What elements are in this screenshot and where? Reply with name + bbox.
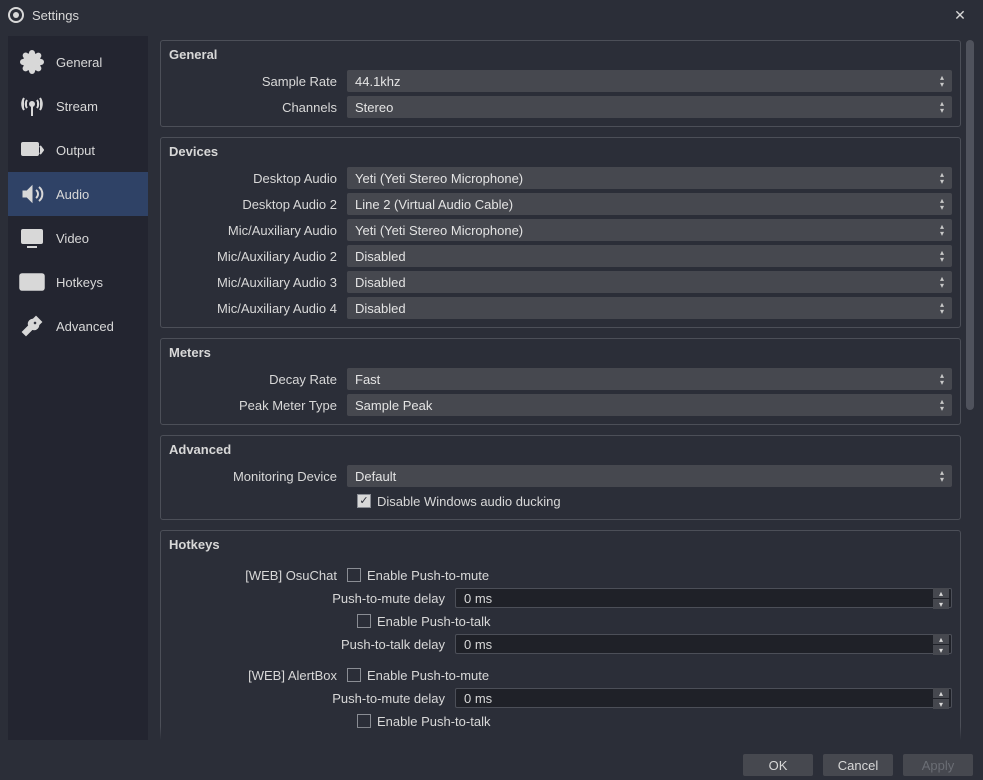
combo-mic-aux-2[interactable]: Disabled▴▾ <box>347 245 952 267</box>
sidebar-item-label: General <box>56 55 102 70</box>
label-device: Desktop Audio <box>169 171 347 186</box>
sidebar-item-output[interactable]: Output <box>8 128 148 172</box>
input-ptt-delay[interactable]: 0 ms ▴▾ <box>455 634 952 654</box>
window-title: Settings <box>32 8 79 23</box>
content-panel: General Sample Rate 44.1khz ▴▾ Channels … <box>148 36 975 740</box>
output-icon <box>18 136 46 164</box>
group-title: Meters <box>169 345 952 360</box>
label-device: Desktop Audio 2 <box>169 197 347 212</box>
group-meters: Meters Decay RateFast▴▾ Peak Meter TypeS… <box>160 338 961 425</box>
group-advanced: Advanced Monitoring DeviceDefault▴▾ Disa… <box>160 435 961 520</box>
titlebar: Settings ✕ <box>0 0 983 30</box>
monitor-icon <box>18 224 46 252</box>
label-device: Mic/Auxiliary Audio 4 <box>169 301 347 316</box>
label-monitoring-device: Monitoring Device <box>169 469 347 484</box>
ok-button[interactable]: OK <box>743 754 813 776</box>
label-enable-ptt: Enable Push-to-talk <box>377 614 490 629</box>
sidebar-item-advanced[interactable]: Advanced <box>8 304 148 348</box>
sidebar-item-hotkeys[interactable]: Hotkeys <box>8 260 148 304</box>
checkbox-enable-ptm[interactable] <box>347 568 361 582</box>
hotkey-block-alertbox: [WEB] AlertBox Enable Push-to-mute Push-… <box>169 664 952 732</box>
label-device: Mic/Auxiliary Audio 3 <box>169 275 347 290</box>
label-enable-ptt: Enable Push-to-talk <box>377 714 490 729</box>
spinner-icon[interactable]: ▴▾ <box>933 634 949 655</box>
scrollbar[interactable] <box>965 40 975 410</box>
updown-icon: ▴▾ <box>936 467 948 485</box>
label-ptt-delay: Push-to-talk delay <box>169 637 455 652</box>
group-hotkeys: Hotkeys [WEB] OsuChat Enable Push-to-mut… <box>160 530 961 740</box>
combo-channels[interactable]: Stereo ▴▾ <box>347 96 952 118</box>
sidebar-item-label: Video <box>56 231 89 246</box>
speaker-icon <box>18 180 46 208</box>
updown-icon: ▴▾ <box>936 169 948 187</box>
close-button[interactable]: ✕ <box>945 0 975 30</box>
combo-mic-aux-3[interactable]: Disabled▴▾ <box>347 271 952 293</box>
group-devices: Devices Desktop AudioYeti (Yeti Stereo M… <box>160 137 961 328</box>
label-disable-ducking: Disable Windows audio ducking <box>377 494 561 509</box>
main-area: General Stream Output Audio Video <box>0 30 983 740</box>
sidebar-item-label: Output <box>56 143 95 158</box>
checkbox-enable-ptt[interactable] <box>357 714 371 728</box>
updown-icon: ▴▾ <box>936 273 948 291</box>
sidebar: General Stream Output Audio Video <box>8 36 148 740</box>
checkbox-enable-ptt[interactable] <box>357 614 371 628</box>
updown-icon: ▴▾ <box>936 247 948 265</box>
updown-icon: ▴▾ <box>936 370 948 388</box>
sidebar-item-label: Hotkeys <box>56 275 103 290</box>
combo-desktop-audio-2[interactable]: Line 2 (Virtual Audio Cable)▴▾ <box>347 193 952 215</box>
updown-icon: ▴▾ <box>936 98 948 116</box>
label-enable-ptm: Enable Push-to-mute <box>367 568 489 583</box>
updown-icon: ▴▾ <box>936 221 948 239</box>
sidebar-item-video[interactable]: Video <box>8 216 148 260</box>
label-decay-rate: Decay Rate <box>169 372 347 387</box>
group-title: Advanced <box>169 442 952 457</box>
obs-logo-icon <box>8 7 24 23</box>
combo-peak-meter[interactable]: Sample Peak▴▾ <box>347 394 952 416</box>
footer-buttons: OK Cancel Apply <box>743 754 973 776</box>
antenna-icon <box>18 92 46 120</box>
group-title: General <box>169 47 952 62</box>
spinner-icon[interactable]: ▴▾ <box>933 588 949 609</box>
sidebar-item-label: Audio <box>56 187 89 202</box>
spinner-icon[interactable]: ▴▾ <box>933 688 949 709</box>
sidebar-item-stream[interactable]: Stream <box>8 84 148 128</box>
sidebar-item-general[interactable]: General <box>8 40 148 84</box>
updown-icon: ▴▾ <box>936 72 948 90</box>
checkbox-disable-ducking[interactable] <box>357 494 371 508</box>
hotkey-block-osuchat: [WEB] OsuChat Enable Push-to-mute Push-t… <box>169 564 952 656</box>
label-enable-ptm: Enable Push-to-mute <box>367 668 489 683</box>
hotkey-source-name: [WEB] AlertBox <box>169 668 347 683</box>
label-peak-meter: Peak Meter Type <box>169 398 347 413</box>
label-device: Mic/Auxiliary Audio <box>169 223 347 238</box>
label-sample-rate: Sample Rate <box>169 74 347 89</box>
updown-icon: ▴▾ <box>936 299 948 317</box>
apply-button[interactable]: Apply <box>903 754 973 776</box>
group-general: General Sample Rate 44.1khz ▴▾ Channels … <box>160 40 961 127</box>
combo-decay-rate[interactable]: Fast▴▾ <box>347 368 952 390</box>
group-title: Hotkeys <box>169 537 952 552</box>
combo-mic-aux[interactable]: Yeti (Yeti Stereo Microphone)▴▾ <box>347 219 952 241</box>
label-ptm-delay: Push-to-mute delay <box>169 591 455 606</box>
sidebar-item-label: Stream <box>56 99 98 114</box>
combo-mic-aux-4[interactable]: Disabled▴▾ <box>347 297 952 319</box>
combo-desktop-audio[interactable]: Yeti (Yeti Stereo Microphone)▴▾ <box>347 167 952 189</box>
hotkey-source-name: [WEB] OsuChat <box>169 568 347 583</box>
tools-icon <box>18 312 46 340</box>
gear-icon <box>18 48 46 76</box>
group-title: Devices <box>169 144 952 159</box>
input-ptm-delay[interactable]: 0 ms ▴▾ <box>455 688 952 708</box>
combo-sample-rate[interactable]: 44.1khz ▴▾ <box>347 70 952 92</box>
keyboard-icon <box>18 268 46 296</box>
label-ptm-delay: Push-to-mute delay <box>169 691 455 706</box>
updown-icon: ▴▾ <box>936 396 948 414</box>
input-ptm-delay[interactable]: 0 ms ▴▾ <box>455 588 952 608</box>
cancel-button[interactable]: Cancel <box>823 754 893 776</box>
label-channels: Channels <box>169 100 347 115</box>
label-device: Mic/Auxiliary Audio 2 <box>169 249 347 264</box>
checkbox-enable-ptm[interactable] <box>347 668 361 682</box>
updown-icon: ▴▾ <box>936 195 948 213</box>
combo-monitoring-device[interactable]: Default▴▾ <box>347 465 952 487</box>
sidebar-item-audio[interactable]: Audio <box>8 172 148 216</box>
sidebar-item-label: Advanced <box>56 319 114 334</box>
